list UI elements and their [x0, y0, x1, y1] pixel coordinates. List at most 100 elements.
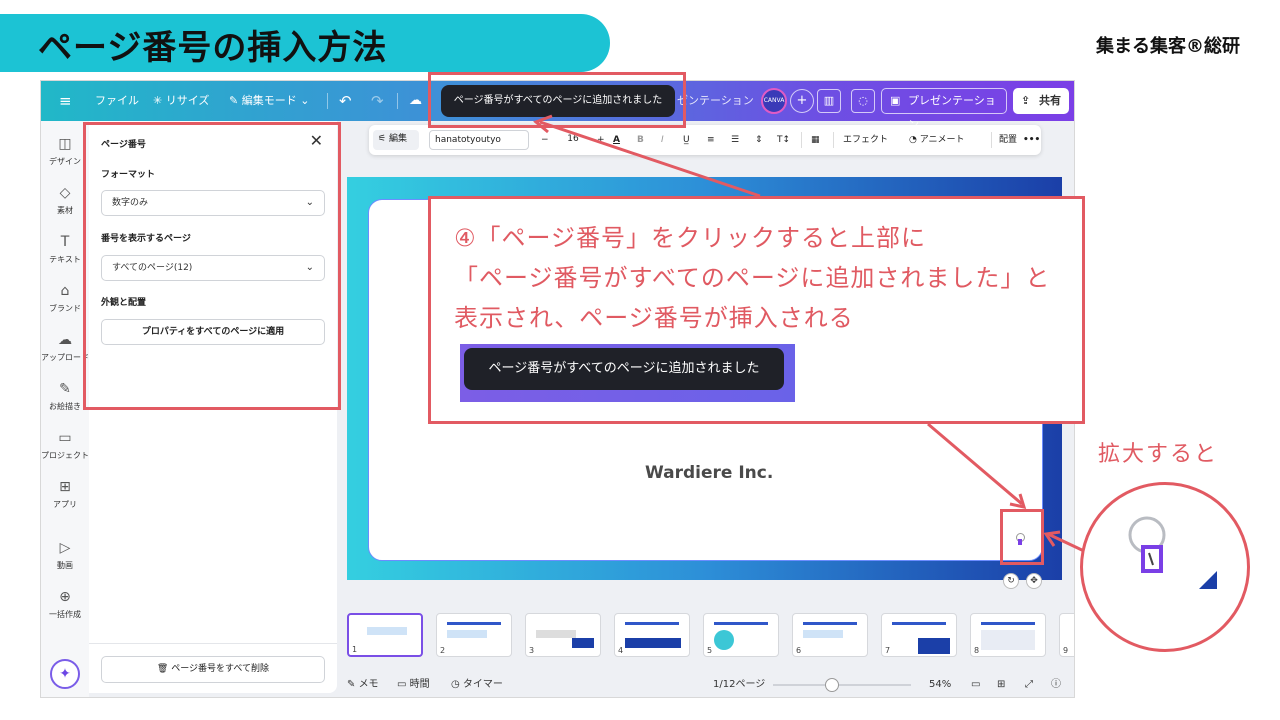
thumbnail-4[interactable]: 4: [614, 613, 690, 657]
rail-item-brand[interactable]: ⌂ ブランド: [41, 282, 89, 314]
insights-icon[interactable]: ▥: [817, 89, 841, 113]
more-button[interactable]: •••: [1023, 125, 1040, 155]
share-icon: ⇪: [1021, 94, 1031, 107]
elements-icon: ◇: [59, 185, 71, 201]
divider: [397, 93, 398, 109]
page-title: ページ番号の挿入方法: [38, 28, 388, 68]
text-toolbar: ⚟ 編集 hanatotyoutyo − 16 + A B I U̲ ≡ ☰ ⇕…: [369, 125, 1041, 155]
thumbnail-2[interactable]: 2: [436, 613, 512, 657]
share-button[interactable]: ⇪ 共有: [1013, 88, 1069, 114]
delete-all-button[interactable]: 🗑 ページ番号をすべて削除: [101, 656, 325, 683]
notes-button[interactable]: ✎ メモ: [347, 671, 379, 697]
thumbnail-9[interactable]: 9: [1059, 613, 1074, 657]
thumbnail-5[interactable]: 5: [703, 613, 779, 657]
cloud-saved-icon[interactable]: ☁: [409, 81, 422, 121]
slide-company-name: Wardiere Inc.: [645, 463, 774, 483]
rail-item-text[interactable]: T テキスト: [41, 233, 89, 265]
underline-icon[interactable]: U̲: [683, 125, 690, 155]
zoom-slider[interactable]: [773, 684, 911, 686]
italic-button[interactable]: I: [661, 125, 664, 155]
rail-item-draw[interactable]: ✎ お絵描き: [41, 380, 89, 412]
text-icon: T: [60, 234, 70, 250]
position-button[interactable]: 配置: [999, 125, 1017, 155]
text-size-icon[interactable]: T↕: [777, 125, 790, 155]
highlight-toast: [428, 72, 686, 128]
highlight-page-number: [1000, 509, 1044, 565]
page-number-zoomed: [1128, 516, 1217, 589]
undo-icon[interactable]: ↶: [339, 81, 352, 121]
toast-example: ページ番号がすべてのページに追加されました: [464, 348, 784, 390]
chevron-down-icon: ⌄: [296, 94, 310, 107]
rail-item-elements[interactable]: ◇ 素材: [41, 184, 89, 216]
line-spacing-icon[interactable]: ⇕: [755, 125, 763, 155]
present-button[interactable]: ▣ プレゼンテーション: [881, 88, 1007, 131]
divider: [833, 132, 834, 148]
brand-icon: ⌂: [60, 283, 70, 299]
zoom-caption: 拡大すると: [1098, 442, 1219, 467]
thumbnail-8[interactable]: 8: [970, 613, 1046, 657]
divider: [991, 132, 992, 148]
help-icon[interactable]: ⓘ: [1051, 671, 1061, 697]
font-size-plus[interactable]: +: [597, 125, 605, 155]
comment-icon[interactable]: ◌: [851, 89, 875, 113]
edit-mode-dropdown[interactable]: ✎ 編集モード ⌄: [229, 81, 309, 121]
thumbnail-7[interactable]: 7: [881, 613, 957, 657]
animate-button[interactable]: ◔ アニメート: [909, 125, 965, 155]
font-size-minus[interactable]: −: [541, 125, 549, 155]
thumbnail-3[interactable]: 3: [525, 613, 601, 657]
font-select[interactable]: hanatotyoutyo: [429, 130, 529, 150]
rail-item-upload[interactable]: ☁ アップロード: [41, 331, 89, 363]
layout-icon: ◫: [58, 136, 72, 152]
thumbnail-6[interactable]: 6: [792, 613, 868, 657]
align-center-icon[interactable]: ≡: [707, 125, 715, 155]
rail-item-bulk[interactable]: ⊕ 一括作成: [41, 588, 89, 620]
highlight-panel: [83, 122, 341, 410]
divider: [801, 132, 802, 148]
rail-item-video[interactable]: ▷ 動画: [41, 539, 89, 571]
left-rail: ◫ デザイン ◇ 素材 T テキスト ⌂ ブランド ☁ アップロード ✎ お絵描き ▭ プロジ…: [41, 121, 89, 697]
grid-view-icon[interactable]: ⊞: [997, 671, 1005, 697]
zoom-magnifier: [1080, 482, 1250, 652]
timer-button[interactable]: ◷ タイマー: [451, 671, 503, 697]
redo-icon[interactable]: ↷: [371, 81, 384, 121]
avatar[interactable]: CANVA: [761, 88, 787, 114]
edit-button[interactable]: ⚟ 編集: [373, 130, 419, 150]
annotation-line-1: ④「ページ番号」をクリックすると上部に: [454, 224, 927, 252]
upload-icon: ☁: [58, 332, 72, 348]
folder-icon: ▭: [58, 430, 72, 446]
rail-item-apps[interactable]: ⊞ アプリ: [41, 478, 89, 510]
present-icon: ▣: [890, 94, 901, 107]
fullscreen-icon[interactable]: ⤢: [1025, 671, 1033, 697]
page-thumbnails: 1 2 3 4 5 6 7 8 9: [341, 613, 1074, 661]
add-collaborator-button[interactable]: +: [790, 89, 814, 113]
time-button[interactable]: ▭ 時間: [397, 671, 430, 697]
font-size-input[interactable]: 16: [553, 130, 593, 150]
pages-view-icon[interactable]: ▭: [971, 671, 980, 697]
pencil-icon: ✎: [229, 94, 242, 107]
transparency-icon[interactable]: ▦: [811, 125, 820, 155]
zoom-slider-handle[interactable]: [825, 678, 839, 692]
video-icon: ▷: [59, 540, 71, 556]
divider: [89, 643, 337, 644]
trash-icon: 🗑: [156, 664, 172, 674]
page-indicator[interactable]: 1/12ページ: [713, 671, 765, 697]
slide-corner: [1199, 571, 1217, 589]
rotate-icon[interactable]: ↻: [1003, 573, 1019, 589]
file-menu[interactable]: ファイル: [95, 81, 139, 121]
hamburger-icon[interactable]: ≡: [59, 81, 72, 121]
rail-item-projects[interactable]: ▭ プロジェクト: [41, 429, 89, 461]
list-icon[interactable]: ☰: [731, 125, 739, 155]
resize-button[interactable]: ✳ リサイズ: [153, 81, 209, 121]
effects-button[interactable]: エフェクト: [843, 125, 888, 155]
bold-button[interactable]: B: [637, 125, 644, 155]
divider: [327, 93, 328, 109]
clock-icon: ▭: [397, 679, 410, 690]
zoom-level[interactable]: 54%: [929, 671, 951, 697]
text-color-button[interactable]: A: [613, 125, 620, 155]
annotation-line-2: 「ページ番号がすべてのページに追加されました」と: [454, 264, 1051, 292]
thumbnail-1[interactable]: 1: [347, 613, 423, 657]
magic-sparkle-button[interactable]: ✦: [50, 659, 80, 689]
rail-item-design[interactable]: ◫ デザイン: [41, 135, 89, 167]
draw-icon: ✎: [59, 381, 71, 397]
move-icon[interactable]: ✥: [1026, 573, 1042, 589]
